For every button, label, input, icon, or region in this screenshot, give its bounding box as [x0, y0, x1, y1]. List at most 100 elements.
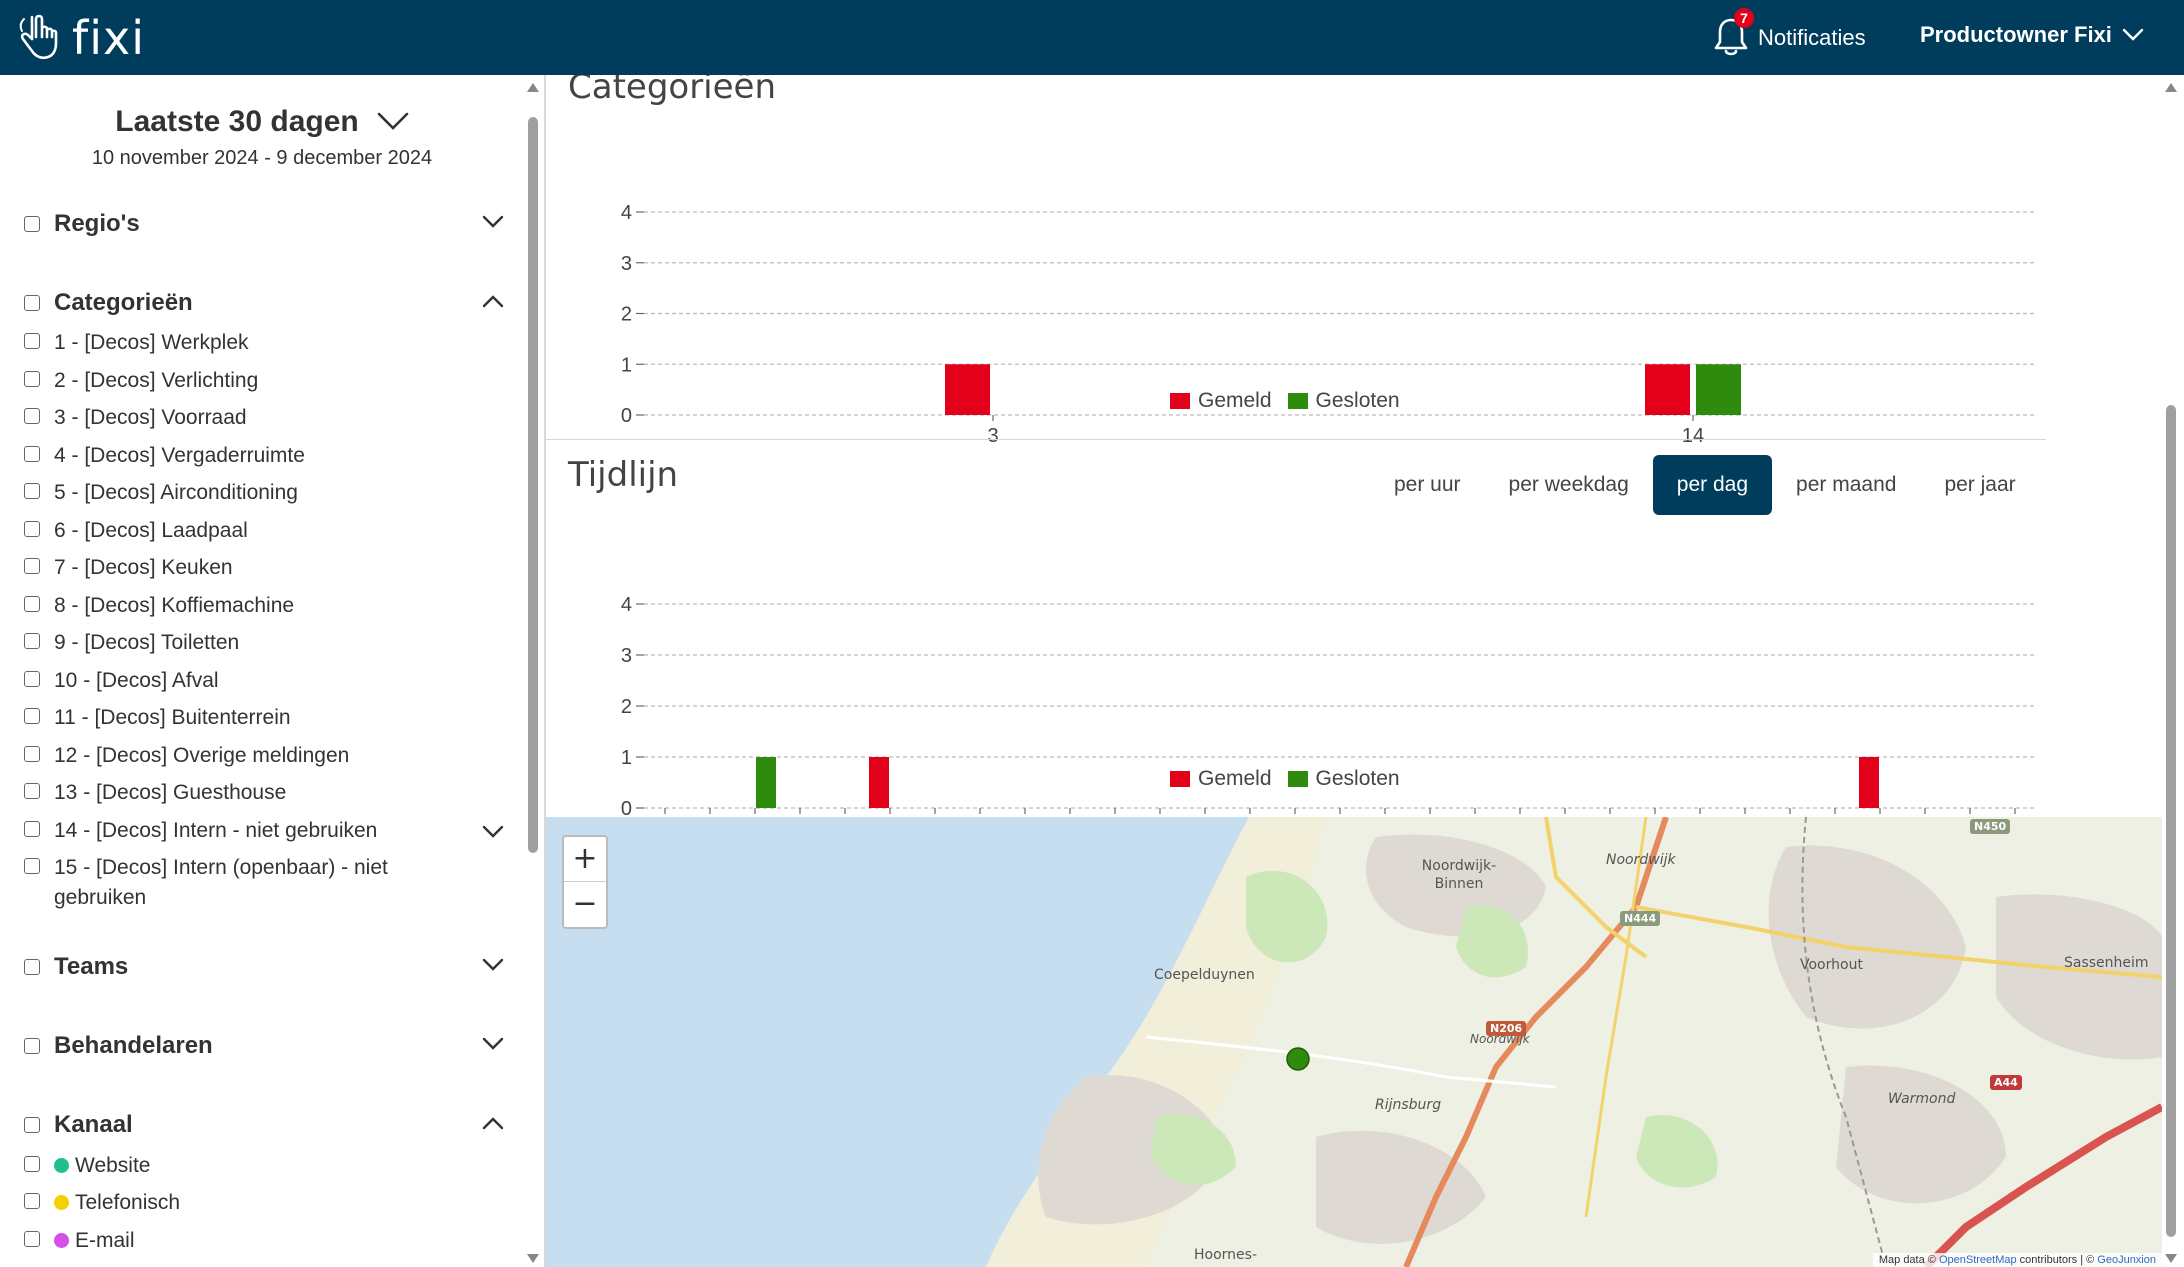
category-checkbox[interactable]	[24, 746, 40, 762]
kanaal-checkbox[interactable]	[24, 1117, 40, 1133]
category-item[interactable]: 7 - [Decos] Keuken	[24, 553, 504, 583]
category-item[interactable]: 2 - [Decos] Verlichting	[24, 366, 504, 396]
channel-checkbox[interactable]	[24, 1156, 40, 1172]
chevron-down-icon[interactable]	[482, 957, 504, 973]
scroll-up-arrow-icon[interactable]	[527, 83, 539, 92]
osm-link[interactable]: OpenStreetMap	[1939, 1254, 2017, 1266]
categorieen-checkbox[interactable]	[24, 295, 40, 311]
legend-gesloten[interactable]: Gesloten	[1287, 389, 1400, 413]
legend-gesloten[interactable]: Gesloten	[1287, 767, 1400, 791]
scroll-down-arrow-icon[interactable]	[2165, 1254, 2177, 1263]
period-selector[interactable]: Laatste 30 dagen 10 november 2024 - 9 de…	[0, 105, 524, 170]
category-checkbox[interactable]	[24, 671, 40, 687]
regios-checkbox[interactable]	[24, 216, 40, 232]
user-menu[interactable]: Productowner Fixi	[1920, 22, 2144, 48]
category-item[interactable]: 15 - [Decos] Intern (openbaar) - niet ge…	[24, 853, 424, 913]
zoom-out-button[interactable]: −	[564, 882, 606, 927]
category-checkbox[interactable]	[24, 558, 40, 574]
category-item[interactable]: 3 - [Decos] Voorraad	[24, 403, 504, 433]
tab-per-maand[interactable]: per maand	[1772, 455, 1920, 515]
chevron-down-icon[interactable]	[482, 214, 504, 230]
tab-per-jaar[interactable]: per jaar	[1920, 455, 2039, 515]
channel-item-telefonisch[interactable]: Telefonisch	[24, 1188, 504, 1218]
category-label: 3 - [Decos] Voorraad	[54, 406, 247, 429]
sidebar-scrollbar[interactable]	[524, 83, 542, 1263]
teams-checkbox[interactable]	[24, 959, 40, 975]
categories-chart-title: Categorieën	[568, 75, 777, 107]
category-item[interactable]: 4 - [Decos] Vergaderruimte	[24, 441, 504, 471]
category-checkbox[interactable]	[24, 858, 40, 874]
filter-behandelaren[interactable]: Behandelaren	[24, 1028, 504, 1064]
tab-per-uur[interactable]: per uur	[1370, 455, 1485, 515]
category-item[interactable]: 9 - [Decos] Toiletten	[24, 628, 504, 658]
top-bar: fixi 7 Notificaties Productowner Fixi	[0, 0, 2184, 75]
incident-marker[interactable]	[1286, 1047, 1310, 1071]
map-place-label: Rijnsburg	[1375, 1097, 1442, 1113]
road-label: N450	[1970, 819, 2011, 834]
channel-item-email[interactable]: E-mail	[24, 1226, 504, 1256]
category-checkbox[interactable]	[24, 446, 40, 462]
category-item[interactable]: 5 - [Decos] Airconditioning	[24, 478, 504, 508]
category-checkbox[interactable]	[24, 708, 40, 724]
category-item[interactable]: 1 - [Decos] Werkplek	[24, 328, 504, 358]
map-place-label: Noordwijk	[1606, 852, 1676, 868]
map-place-label: Hoornes-	[1194, 1247, 1257, 1263]
map-place-label: Sassenheim	[2064, 955, 2149, 971]
main-scroll-thumb[interactable]	[2166, 405, 2176, 1237]
category-checkbox[interactable]	[24, 371, 40, 387]
category-checkbox[interactable]	[24, 633, 40, 649]
filter-regios[interactable]: Regio's	[24, 206, 504, 242]
category-checkbox[interactable]	[24, 783, 40, 799]
map-view[interactable]: + − Noordwijk-Binnen Noordwijk Coepelduy…	[546, 817, 2162, 1267]
notifications-button[interactable]: 7 Notificaties	[1712, 8, 1866, 60]
category-label: 6 - [Decos] Laadpaal	[54, 519, 248, 542]
sidebar-scroll-thumb[interactable]	[528, 117, 538, 853]
zoom-in-button[interactable]: +	[564, 837, 606, 882]
chevron-down-icon[interactable]	[377, 112, 409, 132]
app-logo[interactable]: fixi	[14, 11, 145, 65]
legend-gemeld[interactable]: Gemeld	[1170, 389, 1272, 413]
section-divider	[546, 439, 2046, 440]
chevron-up-icon[interactable]	[482, 1115, 504, 1131]
app-name: fixi	[72, 11, 145, 65]
filter-teams[interactable]: Teams	[24, 949, 504, 985]
channel-item-website[interactable]: Website	[24, 1151, 504, 1181]
filter-sidebar: Laatste 30 dagen 10 november 2024 - 9 de…	[0, 75, 546, 1267]
category-checkbox[interactable]	[24, 408, 40, 424]
filter-categorieen[interactable]: Categorieën	[24, 285, 504, 321]
category-checkbox[interactable]	[24, 333, 40, 349]
category-checkbox[interactable]	[24, 821, 40, 837]
chevron-down-icon[interactable]	[482, 1036, 504, 1052]
scroll-up-arrow-icon[interactable]	[2165, 83, 2177, 92]
legend-label: Gemeld	[1198, 767, 1272, 790]
geojunxion-link[interactable]: GeoJunxion	[2097, 1254, 2156, 1266]
bar-gesloten	[756, 757, 776, 808]
tab-per-weekdag[interactable]: per weekdag	[1485, 455, 1653, 515]
legend-swatch	[1170, 771, 1190, 787]
category-item[interactable]: 14 - [Decos] Intern - niet gebruiken	[24, 816, 504, 846]
category-label: 13 - [Decos] Guesthouse	[54, 781, 287, 804]
legend-gemeld[interactable]: Gemeld	[1170, 767, 1272, 791]
category-item[interactable]: 10 - [Decos] Afval	[24, 666, 504, 696]
category-item[interactable]: 13 - [Decos] Guesthouse	[24, 778, 504, 808]
channel-checkbox[interactable]	[24, 1193, 40, 1209]
category-checkbox[interactable]	[24, 483, 40, 499]
category-item[interactable]: 12 - [Decos] Overige meldingen	[24, 741, 504, 771]
channel-checkbox[interactable]	[24, 1231, 40, 1247]
category-checkbox[interactable]	[24, 596, 40, 612]
category-item[interactable]: 8 - [Decos] Koffiemachine	[24, 591, 504, 621]
category-checkbox[interactable]	[24, 521, 40, 537]
main-scrollbar[interactable]	[2162, 83, 2180, 1263]
filter-kanaal[interactable]: Kanaal	[24, 1107, 504, 1143]
tab-per-dag[interactable]: per dag	[1652, 455, 1773, 515]
category-item[interactable]: 6 - [Decos] Laadpaal	[24, 516, 504, 546]
category-label: 11 - [Decos] Buitenterrein	[54, 706, 291, 729]
y-tick-label: 1	[621, 747, 632, 769]
bar-gemeld	[869, 757, 889, 808]
behandelaren-checkbox[interactable]	[24, 1038, 40, 1054]
filter-categorieen-label: Categorieën	[54, 289, 193, 316]
category-item[interactable]: 11 - [Decos] Buitenterrein	[24, 703, 504, 733]
scroll-down-arrow-icon[interactable]	[527, 1254, 539, 1263]
chevron-up-icon[interactable]	[482, 293, 504, 309]
chevron-down-icon[interactable]	[482, 824, 504, 840]
